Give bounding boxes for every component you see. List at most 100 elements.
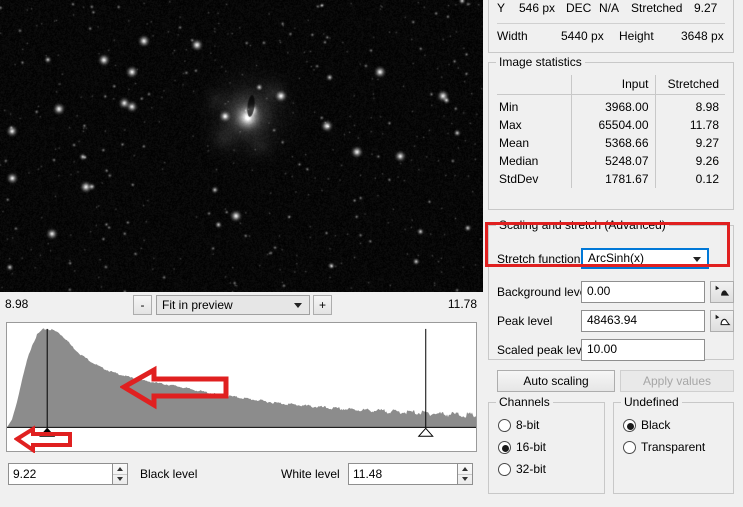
radio-icon[interactable] [498,441,511,454]
stretch-settings-window: 8.98 - Fit in preview + 11.78 9.22 Black… [0,0,743,507]
stat-name: Median [499,154,539,168]
levels-bar: 9.22 Black level White level 11.48 [0,458,483,492]
radio-label: Transparent [641,440,706,454]
chevron-down-icon [294,303,302,308]
radio-label: 8-bit [516,418,540,432]
black-level-label: Black level [140,467,198,481]
stat-col-input: Input [570,75,655,95]
stat-input-value: 3968.00 [570,94,655,116]
image-statistics-title: Image statistics [496,55,585,69]
black-level-step-up[interactable] [113,464,127,475]
histogram-area [7,328,476,428]
width-label: Width [497,29,528,43]
scaled-peak-level-input[interactable]: 10.00 [581,339,705,361]
peak-level-label: Peak level [497,314,553,328]
stretched-value: 9.27 [694,1,718,15]
radio-icon[interactable] [623,419,636,432]
black-point-picker-glyph [715,285,730,296]
undefined-title: Undefined [621,395,682,409]
zoom-in-button[interactable]: + [313,295,332,315]
black-level-step-down[interactable] [113,475,127,485]
radio-label: 32-bit [516,462,547,476]
dec-label: DEC [566,1,592,15]
radio-label: 16-bit [516,440,547,454]
table-row: StdDev 1781.67 0.12 [497,170,725,188]
auto-scaling-button[interactable]: Auto scaling [497,370,615,392]
black-point-picker-icon[interactable] [710,281,734,303]
stat-input-value: 1781.67 [570,170,655,188]
dec-value: N/A [599,1,620,15]
histogram-panel[interactable] [6,322,477,452]
radio-icon[interactable] [498,463,511,476]
stretch-function-value: ArcSinh(x) [588,251,645,265]
height-value: 3648 px [681,29,724,43]
stat-stretched-value: 8.98 [654,94,725,116]
image-statistics-group: Image statistics Input Stretched Min 3968… [488,55,734,210]
coordinate-row: Y 546 px DEC N/A Stretched 9.27 [489,1,733,21]
white-level-input[interactable]: 11.48 [348,463,458,485]
image-preview-pane[interactable] [0,0,483,292]
white-level-step-down[interactable] [458,475,472,485]
stat-col-stretched: Stretched [654,75,725,95]
stat-name: StdDev [499,172,539,186]
histogram-min-label: 8.98 [5,297,29,311]
table-row: Min 3968.00 8.98 [497,94,725,116]
histogram-max-label: 11.78 [447,297,477,311]
divider [497,23,725,24]
stretched-label: Stretched [631,1,683,15]
stat-name: Max [499,118,522,132]
white-point-picker-icon[interactable] [710,310,734,332]
chevron-down-icon [693,257,701,262]
table-row: Max 65504.00 11.78 [497,116,725,134]
width-value: 5440 px [561,29,604,43]
stat-col-blank [497,75,571,95]
coord-y-label: Y [497,1,506,15]
white-level-handle[interactable] [417,427,434,437]
black-level-input[interactable]: 9.22 [8,463,113,485]
stat-name: Min [499,100,519,114]
white-level-step-up[interactable] [458,464,472,475]
radio-icon[interactable] [498,419,511,432]
stat-input-value: 65504.00 [570,116,655,134]
stat-stretched-value: 9.26 [654,152,725,170]
background-level-label: Background level [497,285,590,299]
statistics-header-row: Input Stretched [497,75,725,95]
table-row: Mean 5368.66 9.27 [497,134,725,152]
zoom-out-button[interactable]: - [133,295,152,315]
background-level-input[interactable]: 0.00 [581,281,705,303]
apply-values-button: Apply values [620,370,734,392]
black-level-handle[interactable] [39,427,56,437]
channels-title: Channels [496,395,553,409]
table-row: Median 5248.07 9.26 [497,152,725,170]
black-level-stepper[interactable] [113,463,128,485]
stat-stretched-value: 9.27 [654,134,725,152]
scaling-stretch-group: Scaling and stretch (Advanced) Stretch f… [488,218,734,392]
nebula-image[interactable] [0,0,483,292]
stat-stretched-value: 0.12 [654,170,725,188]
stat-input-value: 5248.07 [570,152,655,170]
statistics-table: Input Stretched Min 3968.00 8.98 Max 65504.0… [497,75,725,188]
white-level-stepper[interactable] [458,463,473,485]
zoom-level-value: Fit in preview [162,298,233,312]
peak-level-input[interactable]: 48463.94 [581,310,705,332]
radio-icon[interactable] [623,441,636,454]
stretch-function-select[interactable]: ArcSinh(x) [581,248,709,269]
image-header-info: Y 546 px DEC N/A Stretched 9.27 Width 54… [488,0,734,53]
zoom-toolbar: 8.98 - Fit in preview + 11.78 [0,292,483,318]
height-label: Height [619,29,654,43]
histogram-area-path [7,328,476,428]
image-size-row: Width 5440 px Height 3648 px [489,29,733,49]
coord-y-value: 546 px [519,1,556,15]
white-level-label: White level [281,467,340,481]
stat-stretched-value: 11.78 [654,116,725,134]
white-point-picker-glyph [715,314,731,326]
channels-group: Channels 8-bit 16-bit 32-bit [488,395,605,494]
stretch-function-label: Stretch function [497,252,581,266]
undefined-group: Undefined Black Transparent [613,395,734,494]
radio-label: Black [641,418,671,432]
scaled-peak-level-label: Scaled peak level [497,343,592,357]
stat-input-value: 5368.66 [570,134,655,152]
settings-panel: Y 546 px DEC N/A Stretched 9.27 Width 54… [483,0,743,507]
zoom-level-select[interactable]: Fit in preview [156,295,310,315]
histogram-plot[interactable] [7,323,476,451]
